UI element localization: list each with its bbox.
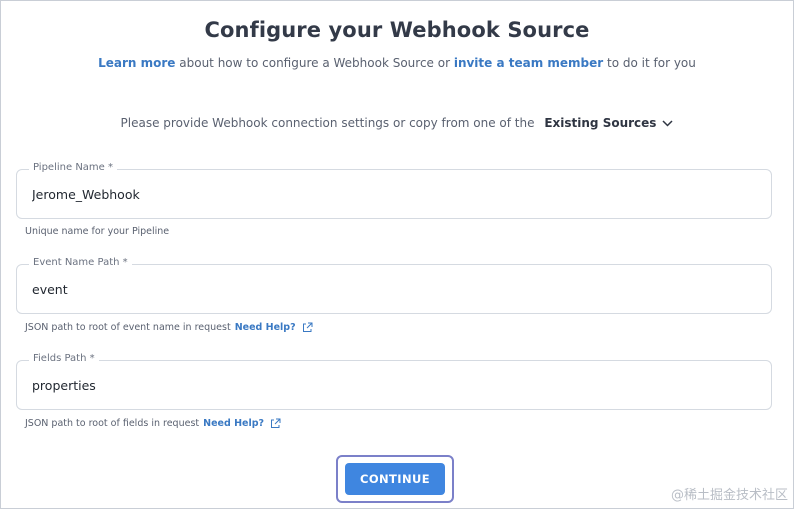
event-name-path-hint: JSON path to root of event name in reque… (25, 322, 313, 333)
event-name-path-label: Event Name Path * (29, 257, 132, 268)
chevron-down-icon (662, 119, 673, 127)
existing-sources-dropdown[interactable]: Existing Sources (544, 116, 673, 130)
event-name-path-field[interactable]: Event Name Path * (16, 257, 772, 314)
page-subtitle: Learn more about how to configure a Webh… (0, 56, 794, 70)
learn-more-link[interactable]: Learn more (98, 56, 175, 70)
subtitle-text-2: to do it for you (603, 56, 696, 70)
fields-path-field[interactable]: Fields Path * (16, 353, 772, 410)
source-select-prompt: Please provide Webhook connection settin… (120, 116, 535, 130)
watermark: @稀土掘金技术社区 (670, 488, 788, 503)
external-link-icon[interactable] (302, 322, 313, 333)
fields-path-hint: JSON path to root of fields in request N… (25, 418, 281, 429)
pipeline-name-hint: Unique name for your Pipeline (25, 226, 169, 237)
subtitle-text-1: about how to configure a Webhook Source … (175, 56, 454, 70)
fields-path-help-link[interactable]: Need Help? (203, 418, 264, 429)
page-frame (0, 0, 794, 509)
fields-path-label: Fields Path * (29, 353, 99, 364)
pipeline-name-hint-text: Unique name for your Pipeline (25, 226, 170, 237)
pipeline-name-label: Pipeline Name * (29, 162, 117, 173)
pipeline-name-field[interactable]: Pipeline Name * (16, 162, 772, 219)
pipeline-name-input[interactable] (32, 187, 752, 202)
continue-button[interactable]: CONTINUE (345, 463, 445, 495)
page-title: Configure your Webhook Source (204, 18, 590, 42)
fields-path-hint-text: JSON path to root of fields in request (25, 418, 200, 429)
source-select-row: Please provide Webhook connection settin… (0, 116, 794, 130)
fields-path-input[interactable] (32, 378, 752, 393)
existing-sources-label: Existing Sources (544, 116, 657, 130)
event-name-path-input[interactable] (32, 282, 752, 297)
event-name-path-hint-text: JSON path to root of event name in reque… (25, 322, 231, 333)
invite-team-member-link[interactable]: invite a team member (454, 56, 603, 70)
external-link-icon[interactable] (270, 418, 281, 429)
event-name-path-help-link[interactable]: Need Help? (235, 322, 296, 333)
